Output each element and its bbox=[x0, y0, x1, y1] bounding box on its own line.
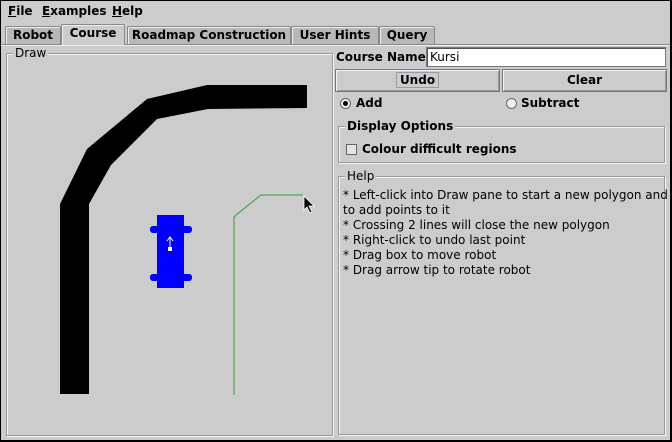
course-name-input[interactable] bbox=[426, 47, 666, 67]
help-line: * Drag box to move robot bbox=[343, 248, 497, 262]
robot-center-handle[interactable] bbox=[168, 247, 172, 251]
subtract-radio-label[interactable]: Subtract bbox=[521, 96, 579, 110]
tab-bar: Robot Course Roadmap Construction User H… bbox=[1, 24, 670, 45]
mouse-pointer-icon bbox=[303, 195, 315, 214]
display-options-title: Display Options bbox=[345, 119, 456, 133]
application-window: File Examples Help Robot Course Roadmap … bbox=[1, 1, 670, 440]
undo-button-label: Undo bbox=[395, 72, 440, 88]
add-radio[interactable] bbox=[340, 98, 351, 109]
subtract-radio[interactable] bbox=[506, 98, 517, 109]
help-line: * Drag arrow tip to rotate robot bbox=[343, 263, 531, 277]
menu-bar: File Examples Help bbox=[1, 1, 670, 23]
menu-file[interactable]: File bbox=[8, 4, 33, 18]
help-line: * Crossing 2 lines will close the new po… bbox=[343, 218, 610, 232]
add-radio-label[interactable]: Add bbox=[356, 96, 382, 110]
menu-help[interactable]: Help bbox=[112, 4, 143, 18]
robot-wheel-top-right bbox=[180, 226, 192, 233]
tab-divider-highlight bbox=[1, 45, 670, 46]
draw-panel[interactable]: Draw bbox=[6, 46, 333, 436]
help-line: to add points to it bbox=[343, 203, 450, 217]
undo-button[interactable]: Undo bbox=[335, 69, 500, 92]
help-group: Help * Left-click into Draw pane to star… bbox=[338, 169, 668, 435]
drawn-path-polyline[interactable] bbox=[233, 194, 303, 395]
robot-wheel-bottom-left bbox=[150, 274, 162, 281]
tab-query[interactable]: Query bbox=[379, 26, 435, 44]
colour-difficult-regions-label[interactable]: Colour difficult regions bbox=[362, 142, 517, 156]
draw-canvas[interactable] bbox=[7, 54, 332, 435]
help-line: * Left-click into Draw pane to start a n… bbox=[343, 188, 668, 202]
robot-icon[interactable] bbox=[150, 215, 192, 288]
display-options-group: Display Options Colour difficult regions bbox=[338, 119, 665, 163]
robot-wheel-top-left bbox=[150, 226, 162, 233]
colour-difficult-regions-checkbox[interactable] bbox=[346, 144, 357, 155]
help-title: Help bbox=[345, 169, 377, 183]
menu-examples[interactable]: Examples bbox=[42, 4, 107, 18]
help-line: * Right-click to undo last point bbox=[343, 233, 526, 247]
tab-course[interactable]: Course bbox=[61, 24, 125, 45]
clear-button[interactable]: Clear bbox=[502, 69, 667, 92]
tab-robot[interactable]: Robot bbox=[5, 26, 61, 44]
course-name-label: Course Name: bbox=[336, 50, 431, 64]
robot-wheel-bottom-right bbox=[180, 274, 192, 281]
tab-user-hints[interactable]: User Hints bbox=[291, 26, 379, 44]
tab-roadmap-construction[interactable]: Roadmap Construction bbox=[127, 26, 291, 44]
